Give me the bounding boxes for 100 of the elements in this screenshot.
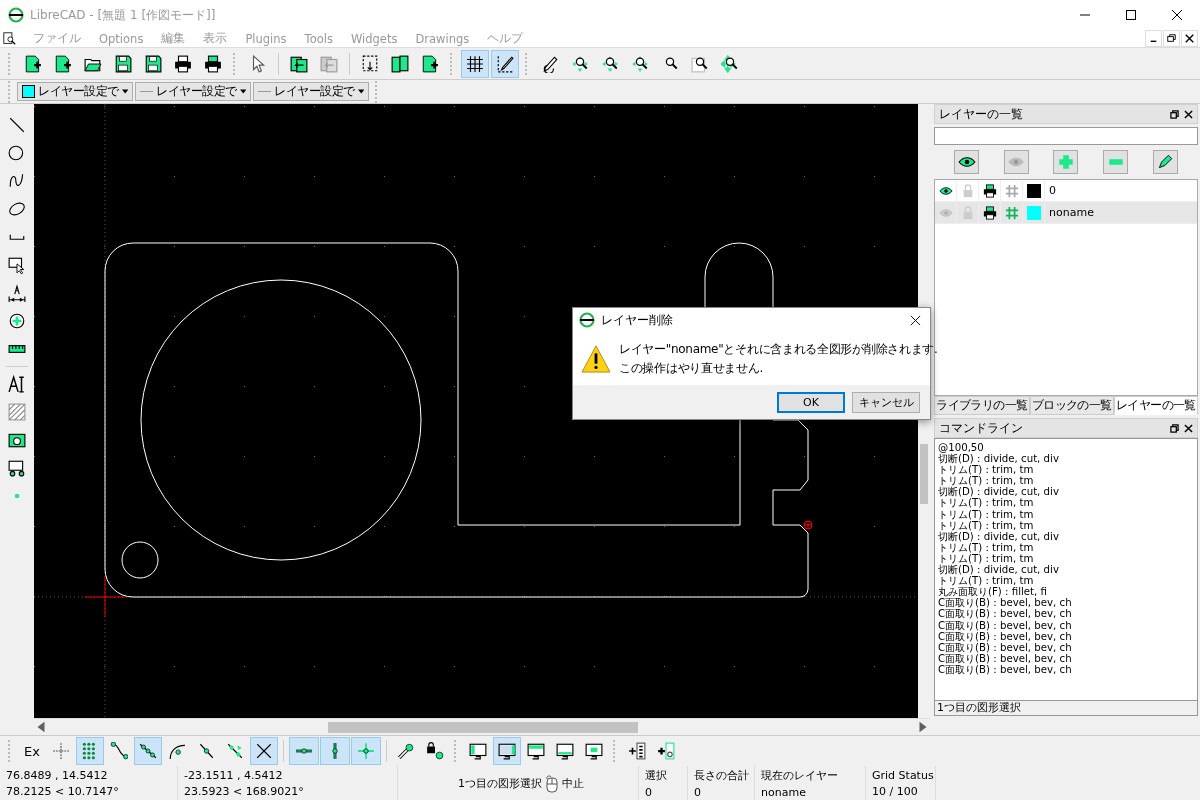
float-icon[interactable] (1170, 109, 1179, 119)
layer-row[interactable]: noname (935, 202, 1197, 224)
printer-icon[interactable] (982, 205, 997, 220)
small-circle[interactable] (121, 541, 159, 579)
show-all-button[interactable] (954, 150, 980, 174)
command-history-line: C面取り(B) : bevel, bev, ch (938, 630, 1073, 642)
pencil-icon (1156, 153, 1175, 171)
caret-icon (121, 89, 128, 94)
selection-icon[interactable] (8, 256, 26, 274)
command-history-line: 切断(D) : divide, cut, div (938, 486, 1060, 498)
command-history-line: トリム(T) : trim, tm (938, 475, 1035, 487)
mouse-icon (546, 774, 558, 793)
panel-tab[interactable]: ライブラリの一覧 (934, 396, 1030, 415)
status-label: 現在のレイヤー (761, 768, 839, 783)
book-icon[interactable] (391, 54, 409, 73)
command-history-line: 丸み面取り(F) : fillet, fi (938, 586, 1048, 598)
left-click-hint: 1つ目の図形選択 (458, 776, 542, 791)
relative-zero-icon[interactable] (396, 742, 415, 760)
cancel-button[interactable]: キャンセル (852, 391, 920, 413)
restore-icon[interactable] (1163, 30, 1180, 47)
layer-color-swatch[interactable] (1026, 205, 1041, 220)
absolute-coordinates: 78.2125 < 10.7147° (6, 785, 120, 798)
layer-name: 0 (1048, 183, 1056, 199)
curve-icon[interactable] (8, 172, 26, 190)
layer-filter-field[interactable] (934, 127, 1198, 145)
command-history-line: C面取り(B) : bevel, bev, ch (938, 663, 1073, 675)
absolute-coordinates: 76.8489 , 14.5412 (6, 769, 109, 782)
block-plus-icon[interactable] (656, 742, 675, 760)
panel-title: レイヤーの一覧 (939, 105, 1023, 123)
exclusive-snap-button[interactable]: Ex (18, 743, 46, 759)
panel-tab[interactable]: レイヤーの一覧 (1113, 396, 1198, 415)
pen-dropdown[interactable]: レイヤー設定で (17, 82, 133, 101)
float-icon[interactable] (1170, 423, 1179, 433)
command-history-line: トリム(T) : trim, tm (938, 497, 1035, 509)
snap-marker (803, 520, 813, 530)
dialog-message: この操作はやり直せません. (619, 359, 764, 377)
app-logo-icon (8, 7, 24, 23)
intersection-icon (254, 742, 273, 760)
command-history-line: トリム(T) : trim, tm (938, 464, 1035, 476)
draft-toggle[interactable] (491, 49, 519, 78)
command-history-line: C面取り(B) : bevel, bev, ch (938, 641, 1073, 653)
restriction-toggle[interactable] (288, 737, 319, 765)
pen-dropdown[interactable]: レイヤー設定で (253, 82, 369, 101)
command-history-line: トリム(T) : trim, tm (938, 541, 1035, 553)
status-value: 0 (694, 786, 702, 799)
warning-icon (581, 344, 611, 373)
status-value: 10 / 100 (872, 785, 919, 798)
printer-icon[interactable] (174, 54, 192, 73)
restriction-toggle[interactable] (350, 737, 381, 765)
move-arrows-icon[interactable] (721, 54, 739, 73)
command-history-line: トリム(T) : trim, tm (938, 552, 1035, 565)
command-history-line: トリム(T) : trim, tm (938, 508, 1035, 520)
endpoints-icon (109, 742, 128, 760)
document-plus-icon[interactable] (421, 54, 439, 73)
distance-icon (225, 742, 244, 760)
document-plus-icon[interactable] (54, 54, 72, 73)
zoom-icon[interactable] (631, 54, 649, 73)
dimension-icon[interactable] (8, 284, 26, 302)
block-icon[interactable] (8, 459, 26, 477)
restriction-toggle[interactable] (319, 737, 350, 765)
zoom-icon[interactable] (601, 54, 619, 73)
line-icon[interactable] (8, 116, 26, 134)
ok-button[interactable]: OK (777, 391, 845, 413)
command-history-line: C面取り(B) : bevel, bev, ch (938, 597, 1073, 609)
hatch-icon[interactable] (8, 403, 26, 421)
document-plus-icon[interactable] (24, 54, 42, 73)
pencil-icon (496, 54, 514, 73)
circle-icon[interactable] (8, 144, 26, 162)
layer-name: noname (1048, 205, 1094, 221)
list-plus-icon[interactable] (627, 742, 646, 760)
view-toggle[interactable] (492, 737, 521, 765)
printer-icon[interactable] (204, 54, 222, 73)
edit-layer-button[interactable] (1152, 150, 1178, 174)
snap-toggle[interactable] (249, 737, 278, 765)
panel-tab[interactable]: ブロックの一覧 (1029, 396, 1114, 415)
pencil-icon[interactable] (541, 54, 559, 73)
command-prompt[interactable]: 1つ目の図形選択 (934, 701, 1198, 716)
text-tool-icon[interactable] (8, 375, 26, 393)
dashed-rectangle-icon[interactable] (361, 54, 379, 73)
lock-icon[interactable] (425, 742, 444, 760)
snap-toggle[interactable] (75, 737, 104, 765)
close-icon[interactable] (1184, 109, 1193, 119)
ellipse-icon[interactable] (8, 200, 26, 218)
app-logo-icon (579, 312, 595, 328)
layer-color-swatch[interactable] (1026, 183, 1041, 198)
image-icon[interactable] (8, 431, 26, 449)
status-label: 選択 (645, 768, 668, 783)
close-icon[interactable] (910, 314, 921, 326)
status-label: Grid Status (872, 769, 935, 782)
snap-toggle[interactable] (133, 737, 162, 765)
dialog-title: レイヤー削除 (601, 311, 673, 329)
document-zoom-icon[interactable] (3, 32, 16, 45)
close-icon[interactable] (1184, 423, 1193, 433)
document-arrow-icon[interactable] (290, 54, 308, 73)
pen-dropdown[interactable]: レイヤー設定で (135, 82, 251, 101)
grid-toggle[interactable] (461, 49, 489, 78)
printer-icon[interactable] (982, 183, 997, 198)
command-history-line: C面取り(B) : bevel, bev, ch (938, 652, 1073, 664)
circle-plus-icon[interactable] (8, 312, 26, 330)
zoom-icon[interactable] (571, 54, 589, 73)
